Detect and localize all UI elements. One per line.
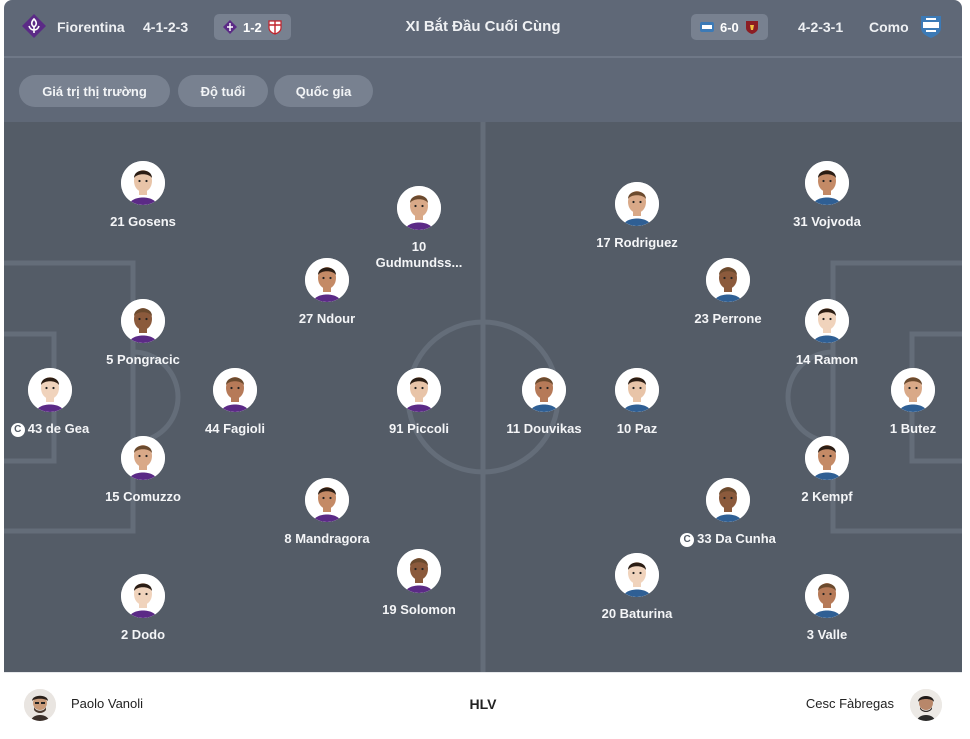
player-label: 43 de Gea [27,421,90,436]
filter-bar: Giá trị thị trường Độ tuổi Quốc gia [4,58,962,122]
player-photo [522,368,566,412]
player-photo [805,299,849,343]
player-label: 3 Valle [806,627,848,642]
player-name: 15 Comuzzo [78,489,208,505]
player-photo [805,161,849,205]
player-label: 44 Fagioli [205,421,265,436]
player-name: 21 Gosens [78,214,208,230]
player-photo [397,368,441,412]
filter-chip-age[interactable]: Độ tuổi [178,75,268,107]
player-photo [28,368,72,412]
lineup-header: Fiorentina 4-1-2-3 1-2 XI Bắt Đầu Cuối C… [4,0,962,56]
away-player[interactable]: 1 Butez [848,368,962,437]
player-name: 44 Fagioli [170,421,300,437]
player-name: 20 Baturina [572,606,702,622]
player-name: 2 Dodo [78,627,208,643]
player-photo [121,161,165,205]
player-photo [305,258,349,302]
player-name: 1 Butez [848,421,962,437]
player-label: 33 Da Cunha [697,531,776,546]
player-photo [891,368,935,412]
player-label: 20 Baturina [601,606,673,621]
player-photo [213,368,257,412]
player-photo [615,182,659,226]
como-mini-icon [700,22,714,32]
player-photo [397,549,441,593]
player-label: 2 Dodo [120,627,166,642]
player-label: 11 Douvikas [506,421,582,436]
away-team-name[interactable]: Como [869,19,909,35]
player-label: 27 Ndour [298,311,356,326]
player-label: 19 Solomon [382,602,456,617]
player-name: 8 Mandragora [262,531,392,547]
player-label: 21 Gosens [110,214,176,229]
player-photo [121,436,165,480]
away-coach-avatar [910,689,942,721]
captain-badge-icon: C [10,423,25,437]
player-label: 10 Paz [616,421,658,436]
player-photo [706,258,750,302]
player-label: 31 Vojvoda [793,214,861,229]
player-label: 2 Kempf [801,489,853,504]
player-name: 10 Paz [572,421,702,437]
player-label: 14 Ramon [795,352,859,367]
player-name: 17 Rodriguez [572,235,702,251]
player-label: 5 Pongracic [106,352,180,367]
player-photo [805,436,849,480]
home-player[interactable]: 15 Comuzzo [78,436,208,505]
player-name: 31 Vojvoda [762,214,892,230]
away-player[interactable]: C 33 Da Cunha [663,478,793,547]
player-photo [706,478,750,522]
filter-chip-market-value[interactable]: Giá trị thị trường [19,75,170,107]
away-formation: 4-2-3-1 [798,19,844,35]
player-photo [305,478,349,522]
coaches-footer: Paolo Vanoli HLV Cesc Fàbregas [4,672,962,739]
torino-mini-icon [745,21,758,34]
player-photo [805,574,849,618]
filter-chip-country[interactable]: Quốc gia [274,75,373,107]
player-photo [121,299,165,343]
player-label: 15 Comuzzo [105,489,181,504]
player-name: C 33 Da Cunha [663,531,793,547]
player-name: 19 Solomon [354,602,484,618]
home-player[interactable]: 2 Dodo [78,574,208,643]
player-name: 5 Pongracic [78,352,208,368]
home-player[interactable]: 44 Fagioli [170,368,300,437]
away-last-score: 6-0 [720,19,739,35]
player-photo [397,186,441,230]
player-label: 1 Butez [889,421,937,436]
player-label: 17 Rodriguez [596,235,678,250]
away-player[interactable]: 20 Baturina [572,553,702,622]
away-player[interactable]: 31 Vojvoda [762,161,892,230]
away-player[interactable]: 10 Paz [572,368,702,437]
como-logo-icon [917,12,945,40]
player-label: 91 Piccoli [389,421,449,436]
player-photo [615,553,659,597]
player-name: 91 Piccoli [354,421,484,437]
away-player[interactable]: 14 Ramon [762,299,892,368]
home-player[interactable]: 27 Ndour [262,258,392,327]
captain-badge-icon: C [680,533,695,547]
player-label: 23 Perrone [694,311,762,326]
player-name: 3 Valle [762,627,892,643]
home-player[interactable]: 91 Piccoli [354,368,484,437]
home-player[interactable]: 19 Solomon [354,549,484,618]
player-photo [615,368,659,412]
home-player[interactable]: 21 Gosens [78,161,208,230]
home-player[interactable]: C 43 de Gea [4,368,115,437]
player-name: 27 Ndour [262,311,392,327]
home-player[interactable]: 8 Mandragora [262,478,392,547]
player-label: 8 Mandragora [284,531,370,546]
away-player[interactable]: 17 Rodriguez [572,182,702,251]
player-name: C 43 de Gea [4,421,115,437]
player-photo [121,574,165,618]
away-last-result[interactable]: 6-0 [691,14,768,40]
away-coach-name[interactable]: Cesc Fàbregas [806,696,894,711]
lineup-widget: Fiorentina 4-1-2-3 1-2 XI Bắt Đầu Cuối C… [4,0,962,739]
away-player[interactable]: 3 Valle [762,574,892,643]
home-player[interactable]: 5 Pongracic [78,299,208,368]
pitch: 21 Gosens 10 Gudmundss... 27 Ndour 5 Pongra… [4,122,962,672]
player-name: 14 Ramon [762,352,892,368]
